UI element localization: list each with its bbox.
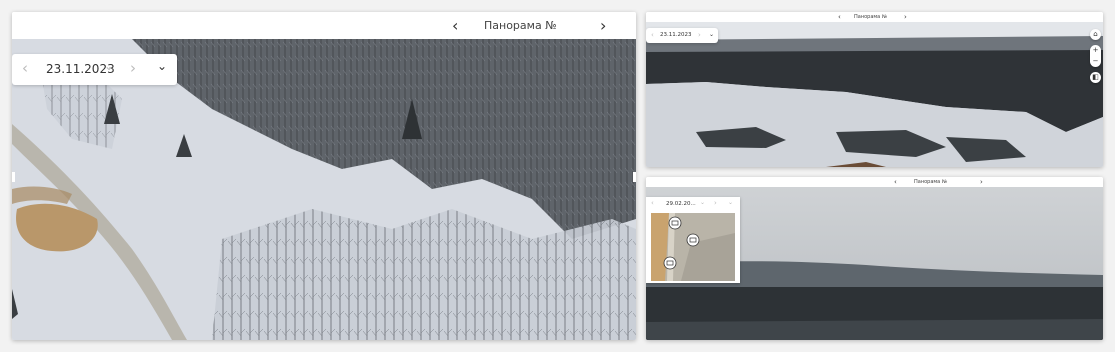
next-date-button[interactable]: › (698, 31, 701, 39)
selected-date[interactable]: 23.11.2023 (660, 32, 692, 38)
next-panorama-button[interactable]: › (980, 178, 983, 186)
layers-icon[interactable]: ◧ (1090, 72, 1101, 83)
next-date-button[interactable]: › (714, 199, 717, 207)
next-panorama-button[interactable]: › (600, 16, 606, 35)
left-edge-handle[interactable] (12, 172, 15, 182)
next-panorama-button[interactable]: › (904, 13, 907, 21)
zoom-controls: + − (1090, 45, 1101, 67)
camera-marker-icon[interactable] (663, 256, 677, 270)
date-dropdown-icon[interactable]: ⌄ (104, 59, 114, 73)
main-panorama-panel: ‹ Панорама № › ‹ 23.11.2023 ⌄ › ⌄ (12, 12, 636, 340)
selected-date[interactable]: 29.02.20... (666, 201, 696, 207)
prev-date-button[interactable]: ‹ (22, 59, 28, 77)
panel-collapse-icon[interactable]: ⌄ (157, 59, 167, 73)
next-date-button[interactable]: › (130, 59, 136, 77)
right-top-bar: ‹ Панорама № › (646, 12, 1103, 22)
panorama-title: Панорама № (854, 14, 888, 20)
prev-date-button[interactable]: ‹ (651, 31, 654, 39)
minimap-satellite-image[interactable] (651, 213, 735, 281)
main-top-bar: ‹ Панорама № › (12, 12, 636, 39)
date-dropdown-icon[interactable]: ⌄ (700, 199, 705, 206)
camera-marker-icon[interactable] (668, 216, 682, 230)
camera-marker-icon[interactable] (686, 233, 700, 247)
date-selector: ‹ 23.11.2023 ⌄ › ⌄ (12, 54, 177, 85)
panorama-title: Панорама № (914, 179, 948, 185)
prev-date-button[interactable]: ‹ (651, 199, 654, 207)
zoom-in-button[interactable]: + (1090, 45, 1101, 56)
panorama-title: Панорама № (484, 19, 557, 32)
panel-collapse-icon[interactable]: ⌄ (709, 31, 714, 38)
prev-panorama-button[interactable]: ‹ (452, 16, 458, 35)
winter-landscape-image (646, 22, 1103, 167)
minimap-card: ‹ 29.02.20... ⌄ › ⌄ (646, 197, 740, 283)
right-bottom-panorama-panel: ‹ Панорама № › ‹ 29.02.20... ⌄ › ⌄ (646, 177, 1103, 340)
panel-collapse-icon[interactable]: ⌄ (728, 199, 733, 206)
right-edge-handle[interactable] (633, 172, 636, 182)
home-icon[interactable]: ⌂ (1090, 29, 1101, 40)
prev-panorama-button[interactable]: ‹ (894, 178, 897, 186)
right-bottom-top-bar: ‹ Панорама № › (646, 177, 1103, 187)
date-selector: ‹ 23.11.2023 › ⌄ (646, 28, 718, 43)
prev-panorama-button[interactable]: ‹ (838, 13, 841, 21)
zoom-out-button[interactable]: − (1090, 56, 1101, 67)
date-selector: ‹ 29.02.20... ⌄ › ⌄ (646, 197, 740, 211)
right-top-aerial-view[interactable] (646, 22, 1103, 167)
right-top-panorama-panel: ‹ Панорама № › ‹ 23.11.2023 › ⌄ ⌂ + − ◧ (646, 12, 1103, 167)
